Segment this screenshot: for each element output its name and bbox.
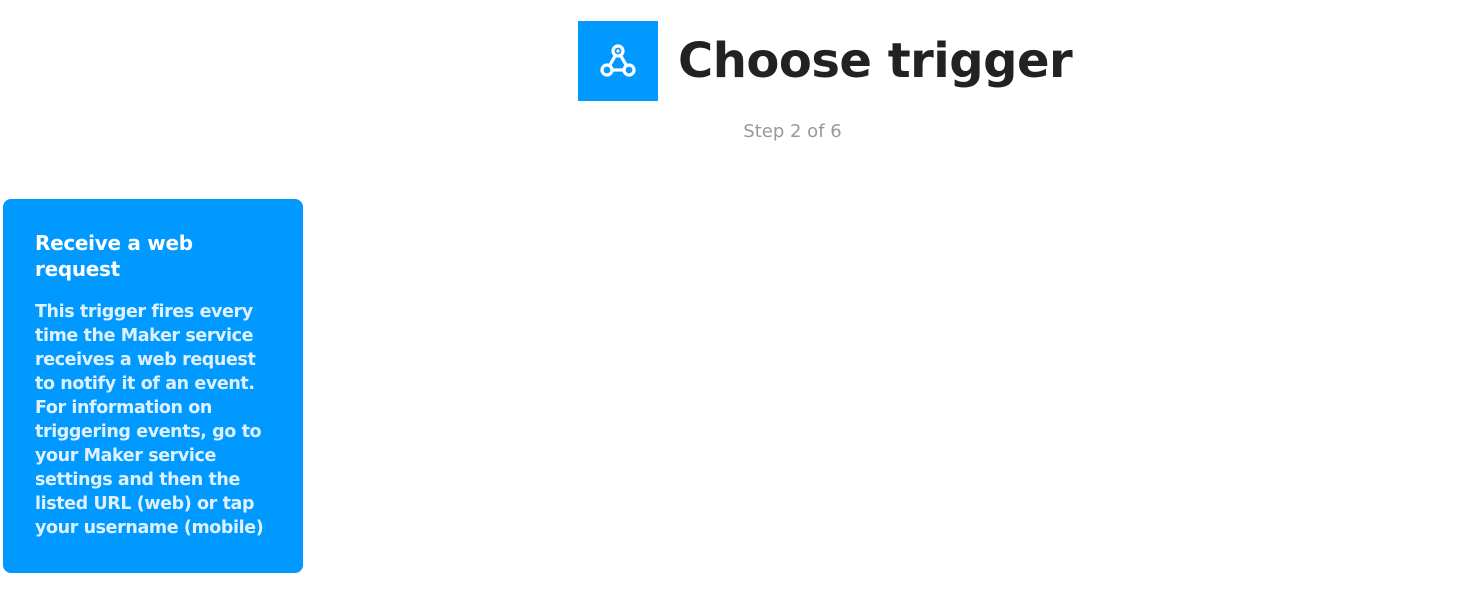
webhooks-icon <box>578 21 658 101</box>
step-indicator: Step 2 of 6 <box>0 120 1477 144</box>
trigger-card-receive-web-request[interactable]: Receive a web request This trigger fires… <box>3 199 303 573</box>
choose-trigger-page: Choose trigger Step 2 of 6 Receive a web… <box>0 0 1477 592</box>
trigger-card-title: Receive a web request <box>35 231 193 281</box>
step-indicator-text: Step 2 of 6 <box>743 121 842 142</box>
trigger-card-description: This trigger fires every time the Maker … <box>35 302 264 538</box>
page-header: Choose trigger <box>578 21 1073 101</box>
page-title: Choose trigger <box>678 33 1073 89</box>
